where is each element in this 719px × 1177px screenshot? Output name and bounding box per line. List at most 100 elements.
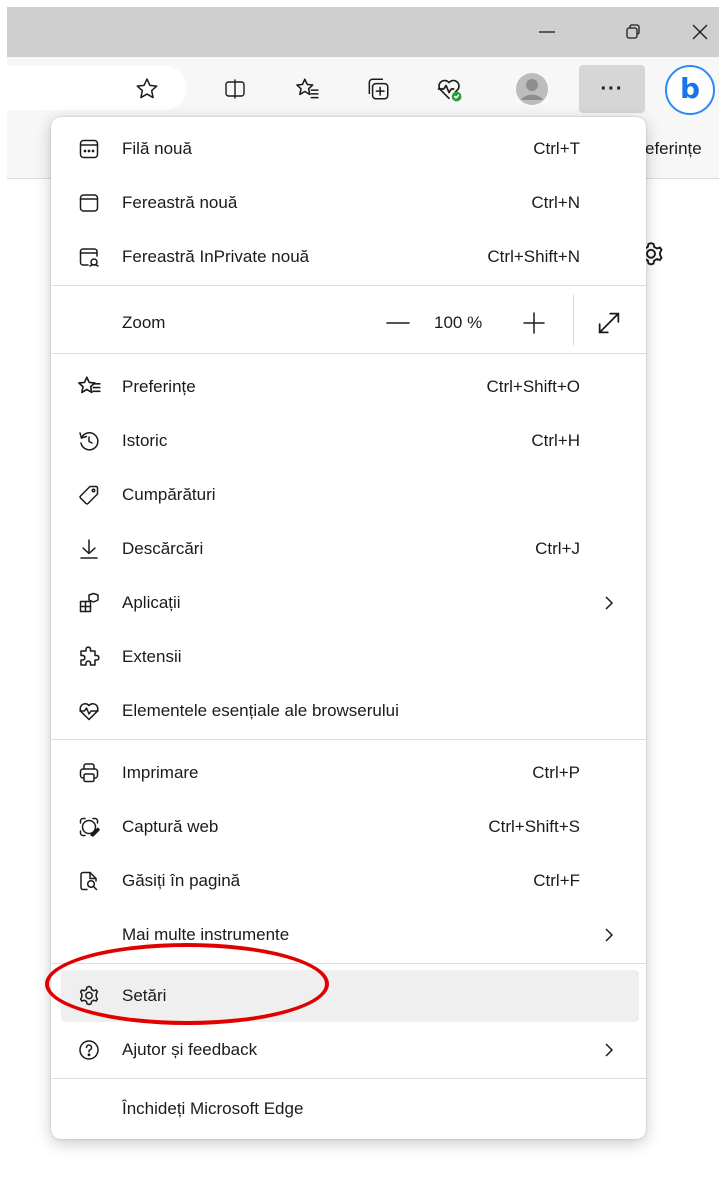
menu-item-label: Cumpărături [122, 485, 216, 504]
zoom-divider [573, 295, 574, 345]
new-window-icon [75, 189, 103, 217]
close-icon [692, 24, 708, 40]
plus-icon [523, 312, 545, 334]
favorites-bar-item[interactable]: Preferințe [635, 139, 717, 159]
menu-item-browser-essentials[interactable]: Elementele esențiale ale browserului [51, 685, 646, 737]
menu-item-shortcut: Ctrl+H [531, 431, 580, 450]
zoom-in-button[interactable] [517, 308, 551, 338]
menu-item-extensions[interactable]: Extensii [51, 631, 646, 683]
print-icon [75, 759, 103, 787]
zoom-out-button[interactable] [381, 308, 415, 338]
bing-logo-icon: b [679, 72, 701, 105]
menu-divider [51, 739, 646, 740]
split-screen-icon [225, 79, 245, 99]
chevron-right-icon [602, 925, 616, 945]
help-icon [75, 1036, 103, 1064]
menu-item-label: Găsiți în pagină [122, 871, 241, 890]
menu-item-label: Filă nouă [122, 139, 192, 158]
menu-item-label: Preferințe [122, 377, 196, 396]
favorites-icon [75, 373, 103, 401]
collections-button[interactable] [358, 69, 398, 109]
browser-toolbar: ··· b [7, 57, 719, 119]
menu-item-new-inprivate[interactable]: Fereastră InPrivate nouă Ctrl+Shift+N [51, 231, 646, 283]
new-tab-icon [75, 135, 103, 163]
web-capture-icon [75, 813, 103, 841]
menu-item-label: Extensii [122, 647, 182, 666]
menu-item-label: Captură web [122, 817, 219, 836]
profile-button[interactable] [512, 69, 552, 109]
menu-item-apps[interactable]: Aplicații [51, 577, 646, 629]
menu-item-shortcut: Ctrl+J [535, 539, 580, 558]
menu-item-close-edge[interactable]: Închideți Microsoft Edge [51, 1083, 646, 1135]
menu-item-settings[interactable]: Setări [61, 970, 639, 1022]
avatar-icon [516, 73, 548, 105]
extensions-icon [75, 643, 103, 671]
menu-item-label: Istoric [122, 431, 168, 450]
menu-item-label: Fereastră nouă [122, 193, 238, 212]
menu-divider [51, 963, 646, 964]
apps-icon [75, 589, 103, 617]
menu-item-print[interactable]: Imprimare Ctrl+P [51, 747, 646, 799]
menu-item-label: Aplicații [122, 593, 181, 612]
close-window-button[interactable] [672, 7, 719, 57]
menu-item-label: Mai multe instrumente [122, 925, 290, 944]
menu-item-shortcut: Ctrl+Shift+N [487, 247, 580, 266]
menu-item-downloads[interactable]: Descărcări Ctrl+J [51, 523, 646, 575]
menu-item-find-in-page[interactable]: Găsiți în pagină Ctrl+F [51, 855, 646, 907]
menu-item-label: Fereastră InPrivate nouă [122, 247, 310, 266]
star-icon [136, 78, 158, 99]
chevron-right-icon [602, 1040, 616, 1060]
menu-item-label: Închideți Microsoft Edge [122, 1099, 304, 1118]
minimize-icon [539, 31, 555, 33]
inprivate-icon [75, 243, 103, 271]
menu-item-shortcut: Ctrl+T [533, 139, 580, 158]
zoom-level: 100 % [434, 313, 483, 332]
minus-icon [386, 322, 410, 324]
bing-copilot-button[interactable]: b [665, 65, 715, 115]
restore-icon [626, 24, 640, 39]
add-favorite-button[interactable] [127, 69, 167, 109]
more-dots-icon: ··· [600, 77, 624, 100]
find-in-page-icon [75, 867, 103, 895]
browser-essentials-button[interactable] [429, 69, 469, 109]
history-icon [75, 427, 103, 455]
favorites-button[interactable] [287, 69, 327, 109]
settings-icon [75, 982, 103, 1010]
menu-item-more-tools[interactable]: Mai multe instrumente [51, 909, 646, 961]
shopping-tag-icon [75, 481, 103, 509]
settings-and-more-menu: Filă nouă Ctrl+T Fereastră nouă Ctrl+N F… [51, 117, 646, 1139]
menu-item-label: Ajutor și feedback [122, 1040, 258, 1059]
split-screen-button[interactable] [215, 69, 255, 109]
menu-item-label: Descărcări [122, 539, 204, 558]
menu-item-shortcut: Ctrl+P [532, 763, 580, 782]
fullscreen-button[interactable] [591, 305, 627, 341]
menu-item-label: Imprimare [122, 763, 199, 782]
restore-button[interactable] [605, 7, 661, 57]
chevron-right-icon [602, 593, 616, 613]
menu-item-shortcut: Ctrl+N [531, 193, 580, 212]
browser-essentials-icon [437, 79, 462, 102]
menu-item-web-capture[interactable]: Captură web Ctrl+Shift+S [51, 801, 646, 853]
menu-divider [51, 1078, 646, 1079]
settings-and-more-button[interactable]: ··· [579, 65, 645, 113]
menu-item-new-window[interactable]: Fereastră nouă Ctrl+N [51, 177, 646, 229]
menu-divider [51, 285, 646, 286]
browser-essentials-icon [75, 697, 103, 725]
menu-item-new-tab[interactable]: Filă nouă Ctrl+T [51, 123, 646, 175]
menu-item-label: Elementele esențiale ale browserului [122, 701, 399, 720]
menu-item-shortcut: Ctrl+Shift+O [486, 377, 580, 396]
menu-item-help-feedback[interactable]: Ajutor și feedback [51, 1024, 646, 1076]
menu-item-shopping[interactable]: Cumpărături [51, 469, 646, 521]
zoom-label: Zoom [122, 313, 166, 332]
menu-item-shortcut: Ctrl+F [533, 871, 580, 890]
collections-icon [368, 78, 389, 100]
menu-divider [51, 353, 646, 354]
favorites-icon [296, 78, 319, 99]
menu-item-history[interactable]: Istoric Ctrl+H [51, 415, 646, 467]
menu-item-shortcut: Ctrl+Shift+S [488, 817, 580, 836]
title-bar [7, 7, 719, 57]
menu-item-zoom: Zoom 100 % [51, 295, 646, 351]
minimize-button[interactable] [519, 7, 575, 57]
menu-item-label: Setări [122, 986, 167, 1005]
menu-item-favorites[interactable]: Preferințe Ctrl+Shift+O [51, 361, 646, 413]
